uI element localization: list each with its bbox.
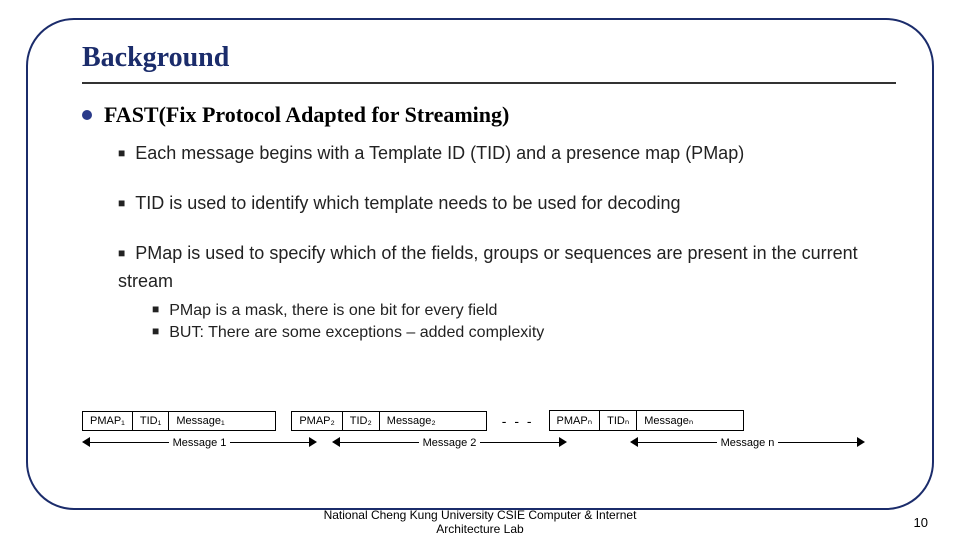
- square-bullet-icon: ■: [118, 246, 125, 260]
- point-3-text: PMap is used to specify which of the fie…: [118, 243, 858, 291]
- page-number: 10: [914, 515, 928, 530]
- square-bullet-icon: ■: [118, 146, 125, 160]
- footer-line-2: Architecture Lab: [436, 522, 523, 536]
- title-underline: [82, 82, 896, 84]
- cell-pmap-2: PMAP₂: [291, 411, 342, 431]
- main-bullet: FAST(Fix Protocol Adapted for Streaming): [82, 102, 509, 128]
- bullet-dot-icon: [82, 110, 92, 120]
- body-text: ■ Each message begins with a Template ID …: [118, 140, 896, 344]
- square-bullet-icon: ■: [152, 324, 159, 338]
- square-bullet-icon: ■: [152, 302, 159, 316]
- arrow-right-icon: [857, 437, 865, 447]
- arrow-label-n: Message n: [717, 437, 779, 449]
- cell-pmap-1: PMAP₁: [82, 411, 133, 431]
- footer: National Cheng Kung University CSIE Comp…: [0, 508, 960, 536]
- cell-tid-1: TID₁: [132, 411, 169, 431]
- arrow-message-1: Message 1: [82, 435, 317, 451]
- arrow-right-icon: [309, 437, 317, 447]
- diagram-arrows-row: Message 1 Message 2 Message n: [82, 435, 896, 451]
- cell-tid-2: TID₂: [342, 411, 380, 431]
- cell-tid-n: TIDₙ: [599, 410, 637, 431]
- message-stream-diagram: PMAP₁ TID₁ Message₁ PMAP₂ TID₂ Message₂ …: [82, 410, 896, 451]
- main-bullet-text: FAST(Fix Protocol Adapted for Streaming): [104, 102, 509, 128]
- arrow-message-n: Message n: [630, 435, 865, 451]
- message-block-1: PMAP₁ TID₁ Message₁: [82, 411, 276, 431]
- slide-title: Background: [82, 42, 229, 74]
- arrow-message-2: Message 2: [332, 435, 567, 451]
- arrow-label-1: Message 1: [169, 437, 231, 449]
- cell-msg-n: Messageₙ: [636, 410, 744, 431]
- square-bullet-icon: ■: [118, 196, 125, 210]
- point-3b-text: BUT: There are some exceptions – added c…: [169, 324, 544, 341]
- message-block-n: PMAPₙ TIDₙ Messageₙ: [549, 410, 745, 431]
- arrow-right-icon: [559, 437, 567, 447]
- diagram-cells-row: PMAP₁ TID₁ Message₁ PMAP₂ TID₂ Message₂ …: [82, 410, 896, 431]
- arrow-label-2: Message 2: [419, 437, 481, 449]
- point-2-text: TID is used to identify which template n…: [135, 193, 680, 213]
- point-3: ■PMap is used to specify which of the fi…: [118, 240, 896, 294]
- message-block-2: PMAP₂ TID₂ Message₂: [291, 411, 486, 431]
- point-1: ■ Each message begins with a Template ID …: [118, 140, 896, 168]
- point-2: ■ TID is used to identify which template …: [118, 190, 896, 218]
- cell-msg-2: Message₂: [379, 411, 487, 431]
- footer-line-1: National Cheng Kung University CSIE Comp…: [324, 508, 637, 522]
- point-3a-text: PMap is a mask, there is one bit for eve…: [169, 302, 497, 319]
- point-3a: ■ PMap is a mask, there is one bit for ev…: [152, 300, 896, 322]
- point-1-text: Each message begins with a Template ID (…: [135, 143, 744, 163]
- cell-msg-1: Message₁: [168, 411, 276, 431]
- point-3b: ■ BUT: There are some exceptions – added …: [152, 322, 896, 344]
- ellipsis: - - -: [502, 413, 534, 429]
- cell-pmap-n: PMAPₙ: [549, 410, 601, 431]
